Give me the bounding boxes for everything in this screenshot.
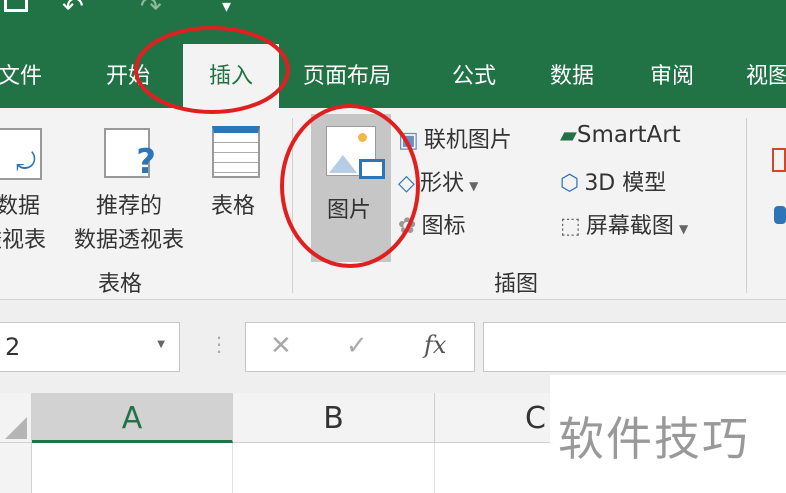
highlight-circle-insert-tab — [134, 26, 290, 114]
annotation-overlay — [134, 26, 420, 268]
highlight-circle-pictures — [280, 104, 420, 268]
